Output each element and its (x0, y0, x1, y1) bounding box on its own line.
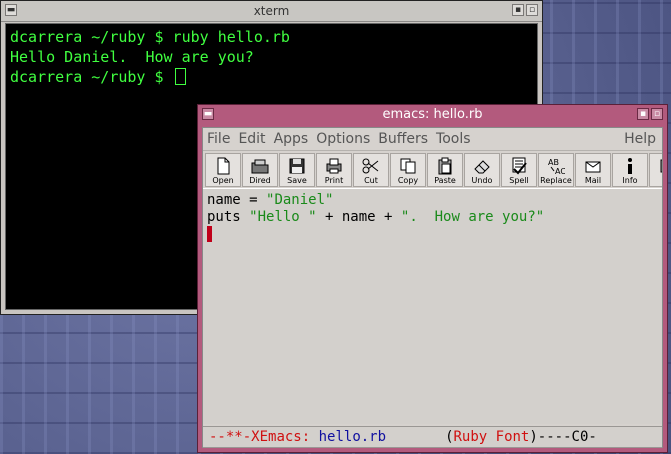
info-label: Info (622, 176, 638, 185)
code-line (207, 226, 658, 244)
cut-button[interactable]: Cut (353, 153, 389, 187)
menu-file[interactable]: File (207, 131, 230, 147)
xterm-titlebar[interactable]: ▬ xterm ▪ ▫ (1, 1, 542, 22)
paste-button[interactable]: Paste (427, 153, 463, 187)
modeline-app: XEmacs: (251, 429, 311, 445)
compile-icon (660, 159, 662, 173)
menu-options[interactable]: Options (316, 131, 370, 147)
modeline-paren: ) (529, 429, 538, 445)
cut-label: Cut (364, 176, 378, 185)
editor-buffer[interactable]: name = "Daniel" puts "Hello " + name + ".… (203, 188, 662, 424)
print-label: Print (324, 176, 344, 185)
modeline-paren: ( (445, 429, 454, 445)
save-icon (289, 158, 305, 174)
compile-button[interactable]: Co (649, 153, 662, 187)
dired-icon (251, 159, 269, 174)
mail-icon (585, 161, 601, 173)
minimize-icon[interactable]: ▪ (512, 4, 524, 16)
xterm-title: xterm (253, 4, 290, 18)
code-text: puts (207, 209, 250, 225)
svg-text:AC: AC (555, 167, 565, 175)
print-icon (326, 158, 342, 174)
modeline[interactable]: --**-XEmacs: hello.rb (Ruby Font)----C0- (203, 426, 662, 448)
code-string: "Daniel" (266, 192, 334, 208)
undo-label: Undo (471, 176, 493, 185)
print-button[interactable]: Print (316, 153, 352, 187)
emacs-title: emacs: hello.rb (382, 107, 483, 122)
emacs-menubar: File Edit Apps Options Buffers Tools Hel… (203, 128, 662, 151)
terminal-line: Hello Daniel. How are you? (10, 48, 254, 66)
spell-button[interactable]: Spell (501, 153, 537, 187)
maximize-icon[interactable]: ▫ (526, 4, 538, 16)
modeline-mode: Ruby Font (453, 429, 530, 445)
eraser-icon (474, 160, 490, 174)
menu-buffers[interactable]: Buffers (378, 131, 428, 147)
mail-button[interactable]: Mail (575, 153, 611, 187)
terminal-line: dcarrera ~/ruby $ ruby hello.rb (10, 28, 290, 46)
code-line: puts "Hello " + name + ". How are you?" (207, 209, 658, 226)
info-button[interactable]: Info (612, 153, 648, 187)
maximize-icon[interactable]: ▫ (651, 108, 663, 120)
modeline-buffer-name: hello.rb (318, 429, 387, 445)
terminal-cursor (174, 68, 186, 85)
open-label: Open (212, 176, 234, 185)
replace-button[interactable]: AB AC Replace (538, 153, 574, 187)
emacs-window[interactable]: ▬ emacs: hello.rb ▪ ▫ File Edit Apps Opt… (197, 104, 668, 453)
replace-icon: ABAC (548, 158, 565, 175)
dired-label: Dired (249, 176, 271, 185)
code-text: name = (207, 192, 267, 208)
modeline-status: --**- (209, 429, 252, 445)
open-button[interactable]: Open (205, 153, 241, 187)
emacs-titlebar[interactable]: ▬ emacs: hello.rb ▪ ▫ (198, 105, 667, 125)
menu-tools[interactable]: Tools (436, 131, 471, 147)
svg-text:AB: AB (548, 158, 559, 167)
menu-help[interactable]: Help (624, 131, 656, 147)
emacs-frame: File Edit Apps Options Buffers Tools Hel… (202, 127, 663, 448)
code-text: + name + (316, 209, 401, 225)
mail-label: Mail (584, 176, 602, 185)
undo-button[interactable]: Undo (464, 153, 500, 187)
save-label: Save (287, 176, 307, 185)
code-line: name = "Daniel" (207, 192, 658, 209)
spell-check-icon (512, 157, 527, 175)
save-button[interactable]: Save (279, 153, 315, 187)
clipboard-icon (438, 157, 452, 175)
dired-button[interactable]: Dired (242, 153, 278, 187)
editor-cursor (207, 226, 212, 242)
terminal-prompt: dcarrera ~/ruby $ (10, 68, 173, 86)
copy-button[interactable]: Copy (390, 153, 426, 187)
emacs-toolbar: Open Dired Save Print Cut Copy Paste Und… (203, 151, 662, 192)
copy-label: Copy (397, 176, 419, 185)
info-icon (628, 158, 632, 174)
open-icon (217, 157, 230, 175)
modeline-position: ----C0- (537, 429, 597, 445)
replace-label: Replace (540, 176, 572, 185)
code-string: "Hello " (249, 209, 317, 225)
spell-label: Spell (509, 176, 529, 185)
menu-apps[interactable]: Apps (274, 131, 309, 147)
code-string: ". How are you?" (400, 209, 545, 225)
paste-label: Paste (434, 176, 456, 185)
minimize-icon[interactable]: ▪ (637, 108, 649, 120)
copy-icon (400, 158, 416, 174)
scissors-icon (362, 158, 379, 174)
menu-edit[interactable]: Edit (238, 131, 265, 147)
terminal-prompt-line: dcarrera ~/ruby $ (10, 67, 533, 87)
